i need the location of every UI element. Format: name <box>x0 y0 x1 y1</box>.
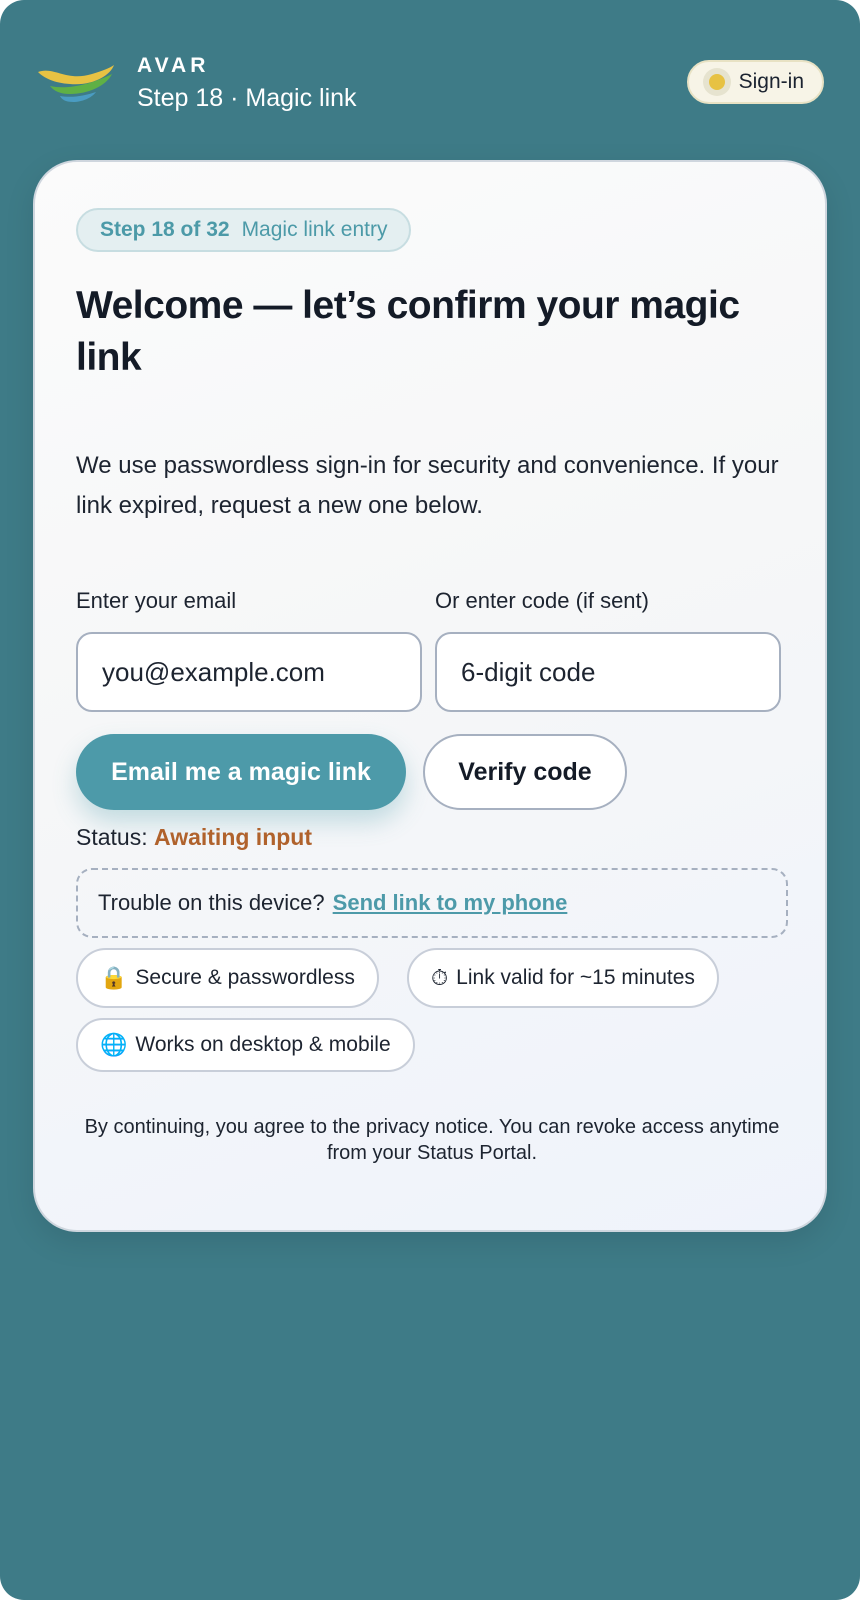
status-line: Status: Awaiting input <box>76 824 312 851</box>
badge-link-validity: ⏱ Link valid for ~15 minutes <box>407 948 719 1008</box>
badge-secure: 🔒 Secure & passwordless <box>76 948 379 1008</box>
signin-pill-button[interactable]: Sign-in <box>686 60 824 104</box>
status-value: Awaiting input <box>154 824 313 850</box>
trouble-box: Trouble on this device? Send link to my … <box>76 868 788 938</box>
email-label: Enter your email <box>76 588 237 613</box>
badge-label: Works on desktop & mobile <box>135 1033 391 1056</box>
brand-logo-icon <box>38 65 114 102</box>
legal-notice: By continuing, you agree to the privacy … <box>84 1116 780 1164</box>
signin-card: Step 18 of 32 Magic link entry Welcome —… <box>33 160 827 1232</box>
verify-code-button[interactable]: Verify code <box>423 734 627 810</box>
badge-label: Secure & passwordless <box>135 966 355 989</box>
step-chip-count: Step 18 of 32 <box>100 218 230 241</box>
globe-icon: 🌐 <box>100 1032 128 1057</box>
code-input[interactable] <box>435 632 781 712</box>
signin-pill-label: Sign-in <box>738 70 804 93</box>
trouble-text: Trouble on this device? <box>98 890 325 915</box>
stopwatch-icon: ⏱ <box>431 965 449 990</box>
step-chip: Step 18 of 32 Magic link entry <box>76 208 412 252</box>
status-label: Status: <box>76 824 148 850</box>
send-link-to-phone-link[interactable]: Send link to my phone <box>333 890 568 916</box>
email-input[interactable] <box>76 632 422 712</box>
app-frame: AVAR Step 18 · Magic link Sign-in Step 1… <box>0 0 860 1600</box>
header: AVAR Step 18 · Magic link Sign-in <box>36 50 824 120</box>
intro-text: We use passwordless sign-in for security… <box>76 452 779 519</box>
step-chip-text: Magic link entry <box>241 218 388 241</box>
brand-name: AVAR <box>137 54 210 77</box>
status-dot-icon <box>702 68 731 96</box>
badge-devices: 🌐 Works on desktop & mobile <box>76 1018 415 1072</box>
lock-icon: 🔒 <box>100 965 128 990</box>
page-subtitle: Step 18 · Magic link <box>137 84 357 112</box>
badge-label: Link valid for ~15 minutes <box>456 966 695 989</box>
page-title: Welcome — let’s confirm your magic link <box>76 284 740 379</box>
email-magic-link-button[interactable]: Email me a magic link <box>76 734 406 810</box>
code-label: Or enter code (if sent) <box>435 588 649 613</box>
